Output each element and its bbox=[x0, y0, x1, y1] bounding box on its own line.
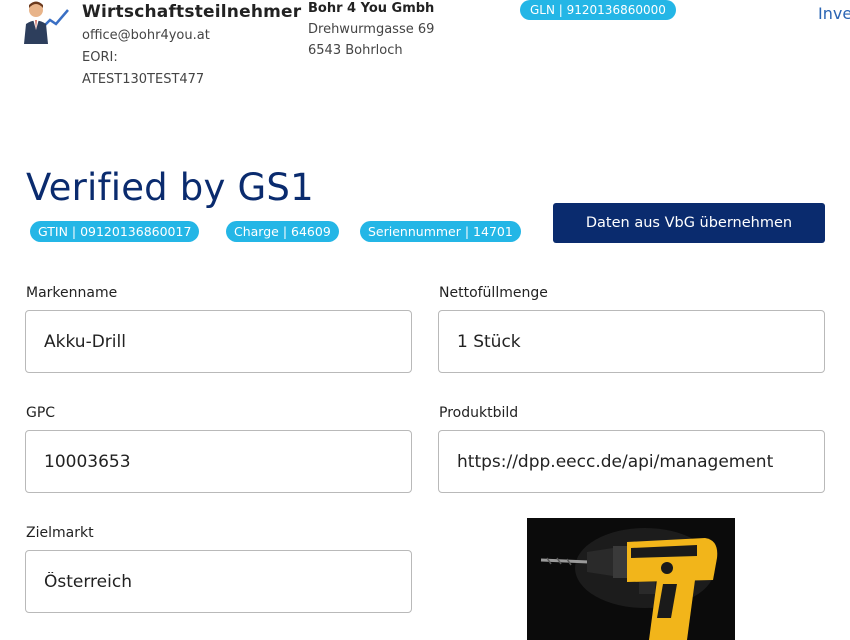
product-image-label: Produktbild bbox=[439, 405, 519, 421]
net-content-input[interactable] bbox=[438, 310, 825, 373]
gln-badge: GLN | 9120136860000 bbox=[520, 0, 676, 20]
net-content-label: Nettofüllmenge bbox=[439, 285, 548, 301]
avatar-icon bbox=[22, 0, 70, 44]
target-market-label: Zielmarkt bbox=[26, 525, 94, 541]
eori-label: EORI: bbox=[82, 50, 118, 65]
product-image-url-input[interactable] bbox=[438, 430, 825, 493]
company-email: office@bohr4you.at bbox=[82, 28, 210, 43]
top-right-link[interactable]: Inve bbox=[818, 4, 850, 23]
gpc-label: GPC bbox=[26, 405, 56, 421]
drill-icon bbox=[527, 518, 735, 640]
charge-badge: Charge | 64609 bbox=[226, 221, 339, 242]
address-street: Drehwurmgasse 69 bbox=[308, 22, 435, 37]
page-title: Verified by GS1 bbox=[26, 166, 314, 209]
brand-input[interactable] bbox=[25, 310, 412, 373]
eori-value: ATEST130TEST477 bbox=[82, 72, 205, 87]
product-image bbox=[527, 518, 735, 640]
address-city: 6543 Bohrloch bbox=[308, 43, 403, 58]
brand-label: Markenname bbox=[26, 285, 118, 301]
import-vbg-data-button[interactable]: Daten aus VbG übernehmen bbox=[553, 203, 825, 243]
serial-number-badge: Seriennummer | 14701 bbox=[360, 221, 521, 242]
target-market-input[interactable] bbox=[25, 550, 412, 613]
gtin-badge: GTIN | 09120136860017 bbox=[30, 221, 200, 242]
company-name: Wirtschaftsteilnehmer bbox=[82, 2, 302, 22]
gpc-input[interactable] bbox=[25, 430, 412, 493]
address-company: Bohr 4 You Gmbh bbox=[308, 1, 435, 16]
